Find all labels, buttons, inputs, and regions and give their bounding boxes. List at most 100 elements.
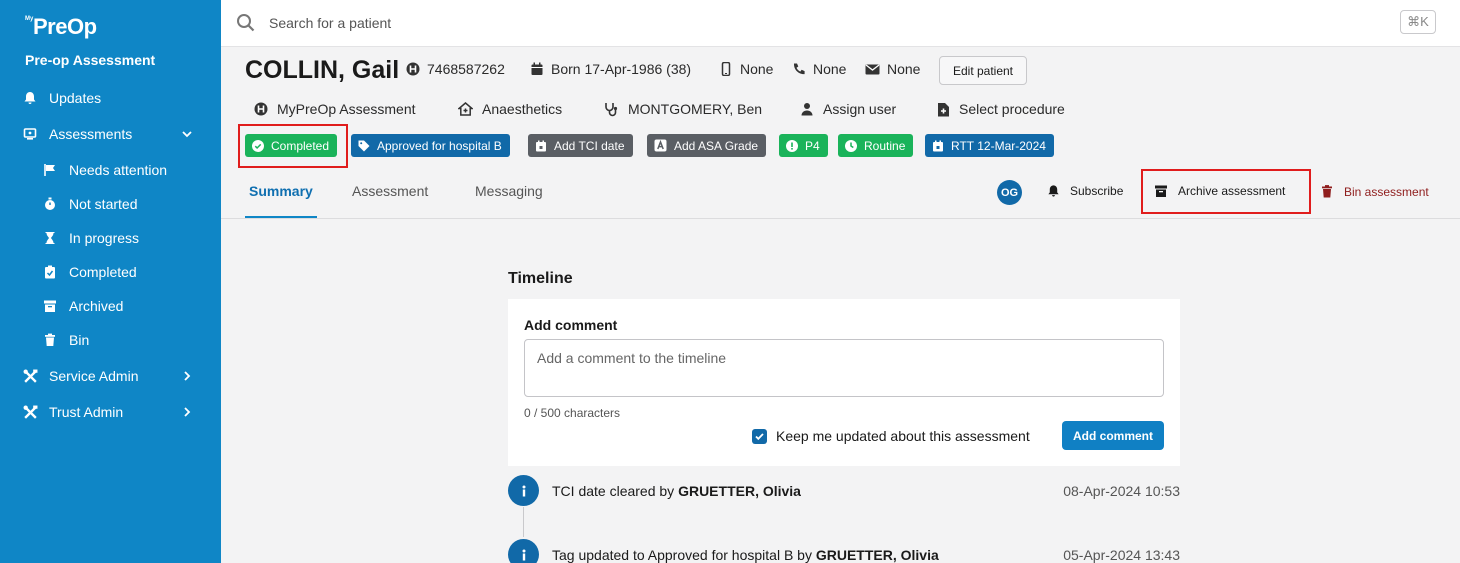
bin-assessment-button[interactable]: Bin assessment	[1320, 184, 1429, 199]
tools-icon	[22, 368, 38, 384]
clock-icon	[845, 139, 857, 152]
sidebar-item-label: Trust Admin	[49, 404, 124, 420]
bell-icon	[1048, 185, 1059, 197]
sidebar-item-label: Bin	[69, 332, 90, 348]
add-tci-date-button[interactable]: Add TCI date	[528, 134, 633, 157]
keyboard-shortcut-badge: ⌘K	[1400, 10, 1436, 34]
sidebar-item-in-progress[interactable]: In progress	[42, 227, 222, 249]
sidebar-item-completed[interactable]: Completed	[42, 261, 222, 283]
file-medical-icon	[938, 102, 949, 116]
search-input[interactable]	[269, 11, 1169, 35]
top-search-bar: ⌘K	[221, 0, 1460, 47]
add-asa-grade-button[interactable]: Add ASA Grade	[647, 134, 767, 157]
sidebar-item-bin[interactable]: Bin	[42, 329, 222, 351]
tag-approved-hospital-b[interactable]: Approved for hospital B	[351, 134, 510, 157]
user-icon	[801, 103, 813, 116]
mobile-number: None	[719, 61, 773, 77]
timeline-event-date: 05-Apr-2024 13:43	[1063, 547, 1180, 563]
tab-messaging[interactable]: Messaging	[475, 183, 543, 199]
sidebar-item-label: Not started	[69, 196, 138, 212]
mobile-phone-icon	[721, 62, 731, 76]
timeline-event-date: 08-Apr-2024 10:53	[1063, 483, 1180, 499]
priority-badge[interactable]: P4	[779, 134, 828, 157]
sidebar-item-not-started[interactable]: Not started	[42, 193, 222, 215]
keep-updated-label: Keep me updated about this assessment	[776, 428, 1030, 444]
subscribe-button[interactable]: Subscribe	[1047, 184, 1123, 198]
exclamation-circle-icon	[786, 139, 798, 152]
info-icon	[508, 475, 539, 506]
patient-name: COLLIN, Gail	[245, 56, 400, 84]
timeline-heading: Timeline	[508, 270, 573, 287]
urgency-badge-routine[interactable]: Routine	[838, 134, 914, 157]
app-subtitle: Pre-op Assessment	[25, 52, 156, 68]
calendar-icon	[933, 140, 943, 151]
assign-user[interactable]: Assign user	[800, 101, 896, 117]
timeline-event-text: TCI date cleared by GRUETTER, Olivia	[552, 483, 801, 499]
add-comment-button[interactable]: Add comment	[1062, 421, 1164, 450]
phone-number: None	[792, 61, 846, 77]
archive-icon	[42, 298, 58, 314]
chevron-down-icon	[182, 131, 192, 138]
sidebar-item-trust-admin[interactable]: Trust Admin	[22, 401, 202, 423]
house-medical-icon	[458, 102, 473, 116]
clipboard-check-icon	[42, 264, 58, 280]
add-comment-card: Add comment 0 / 500 characters Keep me u…	[508, 299, 1180, 466]
sidebar-item-label: In progress	[69, 230, 140, 246]
sidebar-item-label: Updates	[49, 90, 102, 106]
avatar[interactable]: OG	[997, 180, 1022, 205]
pathway[interactable]: MyPreOp Assessment	[254, 101, 416, 117]
select-procedure[interactable]: Select procedure	[937, 101, 1065, 117]
hourglass-icon	[42, 230, 58, 246]
envelope-icon	[865, 64, 880, 75]
hospital-icon	[406, 62, 420, 76]
trash-icon	[42, 332, 58, 348]
rtt-date-badge[interactable]: RTT 12-Mar-2024	[925, 134, 1054, 157]
timeline-event-text: Tag updated to Approved for hospital B b…	[552, 547, 939, 563]
add-comment-label: Add comment	[524, 317, 618, 333]
hospital-icon	[254, 102, 268, 116]
trash-icon	[1322, 185, 1332, 198]
date-of-birth: Born 17-Apr-1986 (38)	[530, 61, 691, 77]
sidebar-item-service-admin[interactable]: Service Admin	[22, 365, 202, 387]
sidebar: My PreOp Pre-op Assessment Updates Asses…	[0, 0, 221, 563]
stopwatch-icon	[42, 196, 58, 212]
sidebar-item-label: Completed	[69, 264, 137, 280]
stethoscope-icon	[605, 102, 618, 116]
chevron-right-icon	[184, 371, 191, 381]
tabs-divider	[221, 218, 1460, 219]
keep-updated-checkbox[interactable]: Keep me updated about this assessment	[752, 428, 1030, 444]
tools-icon	[22, 404, 38, 420]
tab-summary[interactable]: Summary	[249, 183, 313, 199]
sidebar-item-label: Archived	[69, 298, 124, 314]
highlight-box-completed	[238, 124, 348, 168]
tag-icon	[358, 140, 370, 151]
info-icon	[508, 539, 539, 563]
phone-icon	[793, 63, 805, 75]
edit-patient-button[interactable]: Edit patient	[939, 56, 1027, 85]
calendar-icon	[536, 140, 546, 151]
asa-letter-icon	[654, 139, 667, 152]
hospital-number: 7468587262	[406, 61, 505, 77]
sidebar-item-updates[interactable]: Updates	[22, 87, 202, 109]
email-address: None	[865, 61, 920, 77]
sidebar-item-label: Assessments	[49, 126, 133, 142]
chevron-right-icon	[184, 407, 191, 417]
consultant[interactable]: MONTGOMERY, Ben	[604, 101, 762, 117]
sidebar-item-needs-attention[interactable]: Needs attention	[42, 159, 222, 181]
search-icon	[237, 14, 255, 32]
comment-input[interactable]	[524, 339, 1164, 397]
checkbox-checked[interactable]	[752, 428, 767, 444]
tab-assessment[interactable]: Assessment	[352, 183, 428, 199]
bell-icon	[22, 90, 38, 106]
flag-icon	[42, 162, 58, 178]
specialty[interactable]: Anaesthetics	[458, 101, 562, 117]
character-count: 0 / 500 characters	[524, 406, 621, 420]
logo-text: PreOp	[33, 14, 97, 39]
sidebar-item-label: Needs attention	[69, 162, 168, 178]
sidebar-item-assessments[interactable]: Assessments	[22, 123, 202, 145]
sidebar-item-archived[interactable]: Archived	[42, 295, 222, 317]
timeline-connector	[523, 507, 524, 537]
clipboard-icon	[22, 126, 38, 142]
sidebar-item-label: Service Admin	[49, 368, 139, 384]
highlight-box-archive	[1141, 169, 1311, 214]
